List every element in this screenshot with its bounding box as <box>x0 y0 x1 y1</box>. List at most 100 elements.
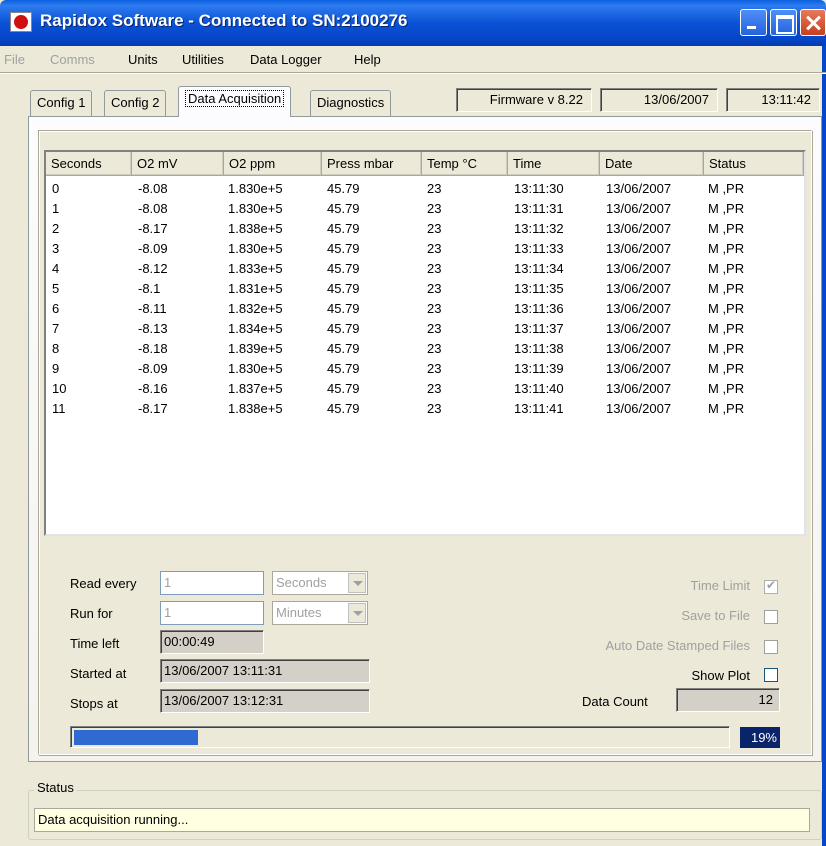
cell-time: 13:11:41 <box>514 401 564 416</box>
tab-config-2[interactable]: Config 2 <box>104 90 167 116</box>
tab-label: Data Acquisition <box>185 90 285 107</box>
chevron-down-icon[interactable] <box>348 603 366 623</box>
cell-press-mbar: 45.79 <box>327 201 360 216</box>
cell-temp: 23 <box>427 321 442 336</box>
table-row[interactable]: 7 -8.13 1.834e+5 45.79 23 13:11:37 13/06/2007 M… <box>46 318 804 338</box>
time-limit-checkbox[interactable] <box>764 578 778 594</box>
data-grid[interactable]: Seconds O2 mV O2 ppm Press mbar Temp °C … <box>44 150 806 536</box>
cell-o2-mv: -8.1 <box>138 281 161 296</box>
table-row[interactable]: 0 -8.08 1.830e+5 45.79 23 13:11:30 13/06/2007 M… <box>46 178 804 198</box>
table-row[interactable]: 8 -8.18 1.839e+5 45.79 23 13:11:38 13/06/2007 M… <box>46 338 804 358</box>
column-header-time[interactable]: Time <box>508 152 600 176</box>
cell-date: 13/06/2007 <box>606 301 672 316</box>
firmware-version: Firmware v 8.22 <box>456 88 592 112</box>
cell-date: 13/06/2007 <box>606 361 672 376</box>
column-header-seconds[interactable]: Seconds <box>46 152 132 176</box>
run-for-input[interactable]: 1 <box>160 601 264 625</box>
menu-units[interactable]: Units <box>128 52 158 67</box>
column-header-status[interactable]: Status <box>704 152 804 176</box>
column-header-temp[interactable]: Temp °C <box>422 152 508 176</box>
minimize-button[interactable] <box>740 9 767 36</box>
table-row[interactable]: 1 -8.08 1.830e+5 45.79 23 13:11:31 13/06/2007 M… <box>46 198 804 218</box>
time-left-value: 00:00:49 <box>160 630 264 654</box>
menu-help[interactable]: Help <box>354 52 381 67</box>
progress-percent: 19% <box>740 727 780 748</box>
table-row[interactable]: 2 -8.17 1.838e+5 45.79 23 13:11:32 13/06/2007 M… <box>46 218 804 238</box>
cell-temp: 23 <box>427 241 442 256</box>
read-every-unit-value: Seconds <box>276 575 327 590</box>
cell-seconds: 0 <box>52 181 60 196</box>
cell-o2-ppm: 1.830e+5 <box>228 241 283 256</box>
column-header-date[interactable]: Date <box>600 152 704 176</box>
tab-label: Diagnostics <box>317 95 385 110</box>
cell-seconds: 4 <box>52 261 60 276</box>
run-for-unit-value: Minutes <box>276 605 322 620</box>
cell-seconds: 2 <box>52 221 60 236</box>
auto-date-checkbox[interactable] <box>764 640 778 654</box>
run-for-label: Run for <box>70 606 113 621</box>
cell-date: 13/06/2007 <box>606 201 672 216</box>
maximize-button[interactable] <box>770 9 797 36</box>
table-row[interactable]: 9 -8.09 1.830e+5 45.79 23 13:11:39 13/06/2007 M… <box>46 358 804 378</box>
column-header-o2-mv[interactable]: O2 mV <box>132 152 224 176</box>
menu-data-logger[interactable]: Data Logger <box>250 52 322 67</box>
data-count-label: Data Count <box>582 694 648 709</box>
cell-date: 13/06/2007 <box>606 261 672 276</box>
cell-time: 13:11:32 <box>514 221 564 236</box>
menu-comms[interactable]: Comms <box>50 52 95 67</box>
table-row[interactable]: 11 -8.17 1.838e+5 45.79 23 13:11:41 13/06/2007… <box>46 398 804 418</box>
cell-temp: 23 <box>427 301 442 316</box>
read-every-unit-select[interactable]: Seconds <box>272 571 368 595</box>
menu-file[interactable]: File <box>4 52 25 67</box>
current-time: 13:11:42 <box>726 88 820 112</box>
cell-o2-mv: -8.09 <box>138 361 168 376</box>
cell-seconds: 6 <box>52 301 60 316</box>
run-for-unit-select[interactable]: Minutes <box>272 601 368 625</box>
table-row[interactable]: 4 -8.12 1.833e+5 45.79 23 13:11:34 13/06/2007 M… <box>46 258 804 278</box>
app-icon <box>10 12 32 32</box>
cell-temp: 23 <box>427 201 442 216</box>
column-header-press-mbar[interactable]: Press mbar <box>322 152 422 176</box>
show-plot-checkbox[interactable] <box>764 668 778 682</box>
chevron-down-icon[interactable] <box>348 573 366 593</box>
cell-time: 13:11:34 <box>514 261 564 276</box>
cell-o2-ppm: 1.838e+5 <box>228 221 283 236</box>
title-bar[interactable]: Rapidox Software - Connected to SN:21002… <box>0 0 826 46</box>
tab-config-1[interactable]: Config 1 <box>30 90 93 116</box>
cell-press-mbar: 45.79 <box>327 361 360 376</box>
column-header-o2-ppm[interactable]: O2 ppm <box>224 152 322 176</box>
cell-status: M ,PR <box>708 181 745 196</box>
read-every-input[interactable]: 1 <box>160 571 264 595</box>
cell-seconds: 8 <box>52 341 60 356</box>
close-button[interactable] <box>800 9 826 36</box>
cell-temp: 23 <box>427 401 442 416</box>
save-to-file-label: Save to File <box>681 608 750 623</box>
show-plot-label: Show Plot <box>691 668 750 683</box>
grid-header: Seconds O2 mV O2 ppm Press mbar Temp °C … <box>46 152 804 176</box>
table-row[interactable]: 5 -8.1 1.831e+5 45.79 23 13:11:35 13/06/2007 M … <box>46 278 804 298</box>
table-row[interactable]: 3 -8.09 1.830e+5 45.79 23 13:11:33 13/06/2007 M… <box>46 238 804 258</box>
menu-utilities[interactable]: Utilities <box>182 52 224 67</box>
cell-seconds: 3 <box>52 241 60 256</box>
tab-label: Config 2 <box>111 95 160 110</box>
auto-date-label: Auto Date Stamped Files <box>605 638 750 653</box>
cell-status: M ,PR <box>708 261 745 276</box>
cell-press-mbar: 45.79 <box>327 221 360 236</box>
cell-status: M ,PR <box>708 401 745 416</box>
cell-o2-ppm: 1.830e+5 <box>228 181 283 196</box>
save-to-file-checkbox[interactable] <box>764 610 778 624</box>
tab-data-acquisition[interactable]: Data Acquisition <box>178 86 292 117</box>
cell-date: 13/06/2007 <box>606 401 672 416</box>
cell-seconds: 11 <box>52 401 66 416</box>
progress-bar <box>70 726 730 748</box>
table-row[interactable]: 6 -8.11 1.832e+5 45.79 23 13:11:36 13/06/2007 M… <box>46 298 804 318</box>
cell-status: M ,PR <box>708 341 745 356</box>
table-row[interactable]: 10 -8.16 1.837e+5 45.79 23 13:11:40 13/06/2007… <box>46 378 804 398</box>
status-caption: Status <box>34 780 77 795</box>
tab-diagnostics[interactable]: Diagnostics <box>310 90 392 116</box>
cell-time: 13:11:37 <box>514 321 564 336</box>
cell-o2-mv: -8.17 <box>138 221 168 236</box>
cell-temp: 23 <box>427 361 442 376</box>
cell-time: 13:11:30 <box>514 181 564 196</box>
cell-o2-ppm: 1.830e+5 <box>228 201 283 216</box>
